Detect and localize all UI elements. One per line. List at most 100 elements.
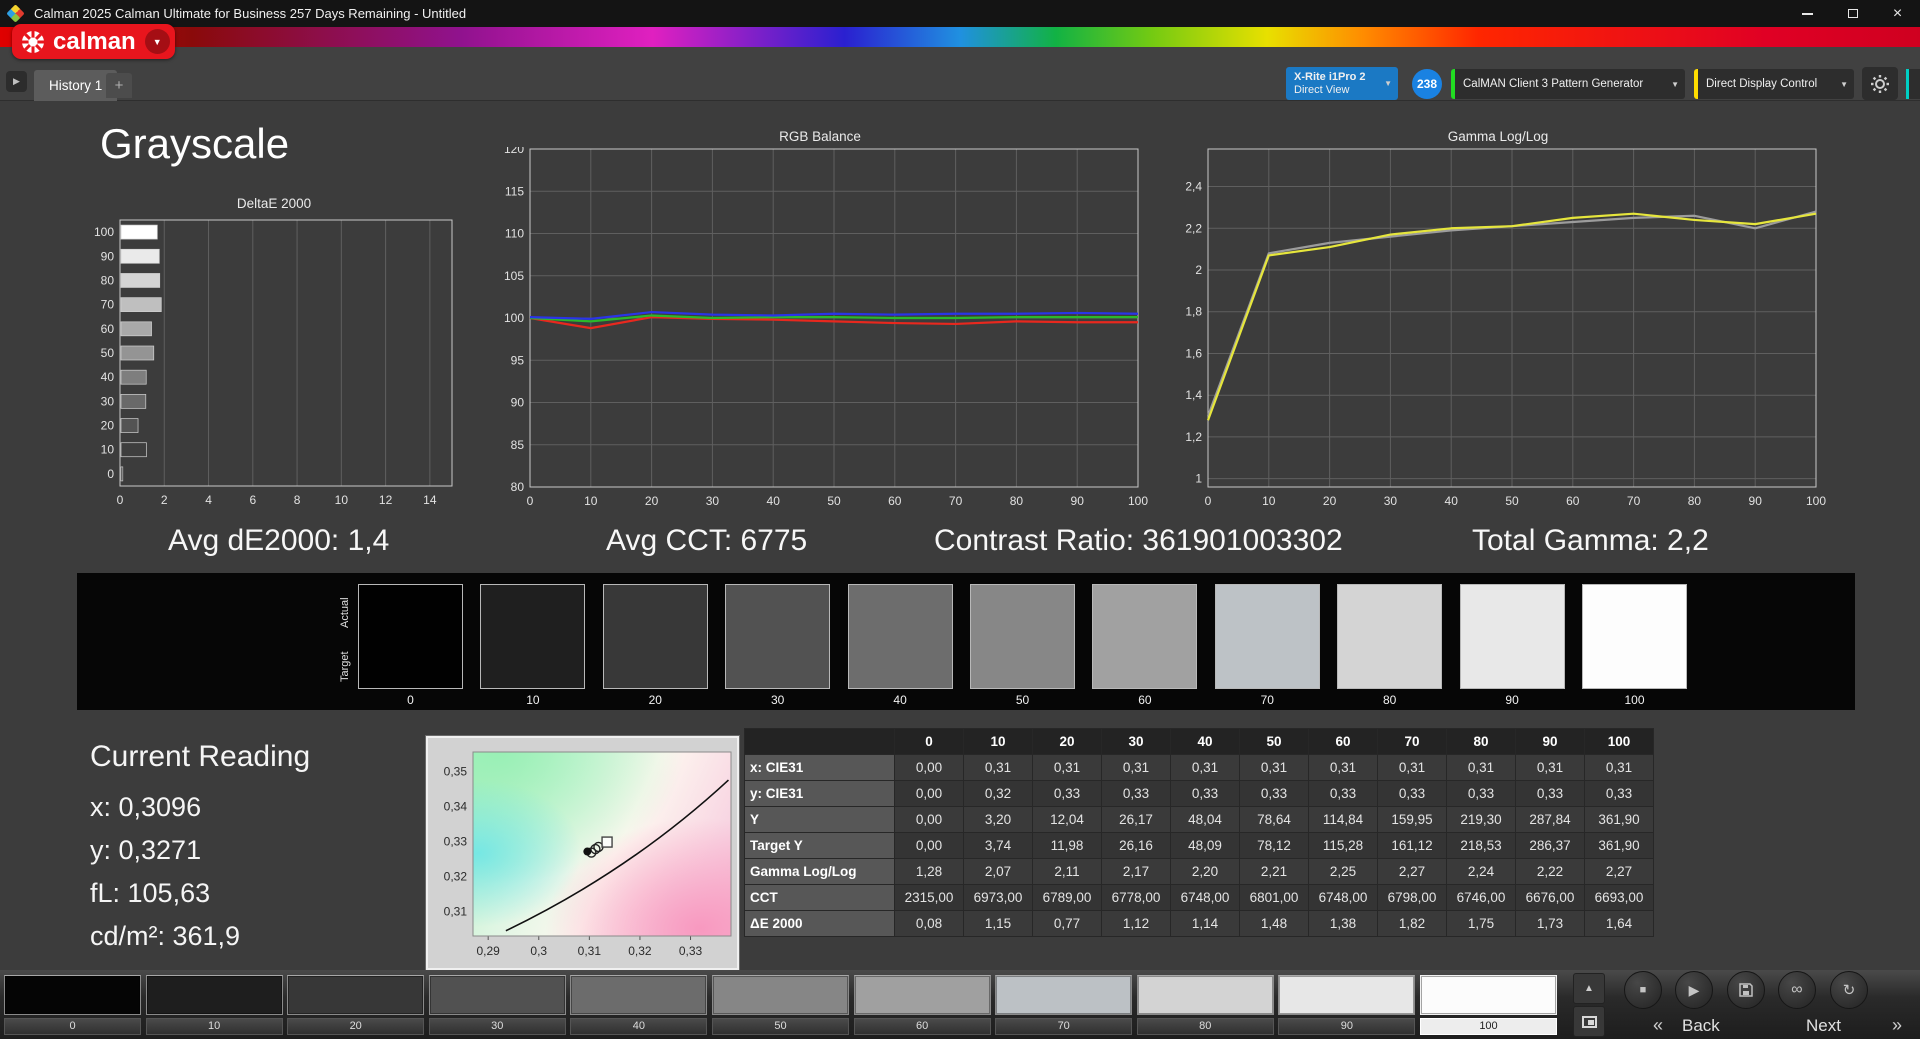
svg-text:2,4: 2,4: [1185, 180, 1202, 194]
patch-label: 0: [4, 1018, 141, 1035]
svg-text:20: 20: [1323, 494, 1337, 508]
svg-text:1: 1: [1195, 472, 1202, 486]
patch-label: 100: [1420, 1018, 1557, 1035]
svg-text:85: 85: [511, 438, 525, 452]
grayscale-swatch-50: [970, 584, 1075, 689]
overflow-control[interactable]: [1906, 69, 1920, 99]
svg-text:40: 40: [1445, 494, 1459, 508]
next-chevron-button[interactable]: »: [1884, 1014, 1910, 1037]
svg-text:30: 30: [101, 394, 115, 408]
table-cell: 2,07: [963, 858, 1033, 885]
table-cell: 0,08: [894, 910, 964, 937]
svg-text:1,2: 1,2: [1185, 430, 1202, 444]
caret-down-icon: ▼: [152, 36, 162, 47]
calman-logo-text: calman: [53, 27, 136, 55]
svg-text:2,2: 2,2: [1185, 221, 1202, 235]
patch-button-60[interactable]: [853, 975, 991, 1015]
table-cell: 0,33: [1584, 780, 1654, 807]
table-col-header: 50: [1239, 728, 1309, 755]
table-cell: 161,12: [1377, 832, 1447, 859]
pattern-source-dropdown[interactable]: CalMAN Client 3 Pattern Generator ▼: [1451, 69, 1685, 99]
svg-text:1,8: 1,8: [1185, 305, 1202, 319]
back-button[interactable]: Back: [1682, 1014, 1720, 1037]
save-icon: [1739, 983, 1753, 997]
table-cell: 0,77: [1032, 910, 1102, 937]
minimize-button[interactable]: [1785, 0, 1830, 27]
arrow-right-icon: ▶: [13, 76, 20, 86]
tab-scroll-button[interactable]: ▶: [6, 71, 27, 92]
table-header-row: 0 10 20 30 40 50 60 70 80 90 100: [744, 728, 1654, 755]
reading-cdm2: cd/m²: 361,9: [90, 921, 241, 951]
table-cell: 6973,00: [963, 884, 1033, 911]
patch-button-90[interactable]: [1278, 975, 1416, 1015]
reading-x: x: 0,3096: [90, 792, 202, 822]
table-cell: 0,33: [1308, 780, 1378, 807]
table-row-label: x: CIE31: [744, 754, 895, 781]
svg-text:6: 6: [249, 493, 256, 507]
refresh-button[interactable]: ↻: [1830, 971, 1868, 1009]
save-button[interactable]: [1727, 971, 1765, 1009]
patch-button-70[interactable]: [995, 975, 1133, 1015]
meter-dropdown[interactable]: X-Rite i1Pro 2 Direct View ▼: [1286, 67, 1398, 100]
stat-contrast-ratio: Contrast Ratio: 361901003302: [934, 524, 1343, 557]
table-cell: 6676,00: [1515, 884, 1585, 911]
continuous-read-button[interactable]: ∞: [1778, 971, 1816, 1009]
infinity-icon: ∞: [1791, 981, 1803, 998]
svg-text:10: 10: [335, 493, 349, 507]
stat-avg-de2000: Avg dE2000: 1,4: [168, 524, 390, 557]
svg-text:20: 20: [101, 419, 115, 433]
table-cell: 2,24: [1446, 858, 1516, 885]
target-row-label: Target: [339, 651, 351, 683]
calman-app: Calman 2025 Calman Ultimate for Business…: [0, 0, 1920, 1039]
maximize-button[interactable]: [1830, 0, 1875, 27]
calman-logo-button[interactable]: calman ▼: [12, 24, 175, 59]
tab-history-1[interactable]: History 1: [34, 70, 118, 101]
play-button[interactable]: ▶: [1675, 971, 1713, 1009]
svg-text:90: 90: [1071, 494, 1085, 508]
patch-button-10[interactable]: [145, 975, 283, 1015]
collapse-panel-button[interactable]: ▲: [1573, 973, 1605, 1004]
layout-button[interactable]: [1573, 1006, 1605, 1037]
back-chevron-button[interactable]: «: [1645, 1014, 1671, 1037]
patch-button-0[interactable]: [4, 975, 141, 1015]
caret-down-icon: ▼: [1840, 79, 1848, 89]
next-button[interactable]: Next: [1806, 1014, 1841, 1037]
table-cell: 2,22: [1515, 858, 1585, 885]
calman-menu-button[interactable]: ▼: [144, 29, 170, 54]
svg-text:100: 100: [1128, 494, 1148, 508]
stop-button[interactable]: ■: [1624, 971, 1662, 1009]
grayscale-swatch-20: [602, 584, 708, 689]
svg-text:80: 80: [101, 273, 115, 287]
patch-button-20[interactable]: [287, 975, 425, 1015]
display-control-dropdown[interactable]: Direct Display Control ▼: [1694, 69, 1854, 99]
patch-button-100[interactable]: [1420, 975, 1557, 1015]
svg-text:60: 60: [1566, 494, 1580, 508]
patch-button-80[interactable]: [1136, 975, 1274, 1015]
swatch-label: 0: [407, 693, 414, 707]
table-row-label: y: CIE31: [744, 780, 895, 807]
meter-count-badge[interactable]: 238: [1412, 69, 1442, 99]
close-button[interactable]: ×: [1875, 0, 1920, 27]
patch-button-30[interactable]: [428, 975, 566, 1015]
table-cell: 0,33: [1446, 780, 1516, 807]
swatch-label: 70: [1260, 693, 1274, 707]
svg-text:0,32: 0,32: [444, 869, 468, 883]
table-col-header: 80: [1446, 728, 1516, 755]
svg-text:0,34: 0,34: [444, 799, 468, 813]
table-col-header: 60: [1308, 728, 1378, 755]
settings-button[interactable]: [1862, 67, 1898, 100]
add-tab-button[interactable]: +: [106, 73, 132, 98]
patch-button-40[interactable]: [570, 975, 708, 1015]
patch-button-50[interactable]: [712, 975, 849, 1015]
table-cell: 0,33: [1032, 780, 1102, 807]
table-row-label: Y: [744, 806, 895, 833]
table-cell: 2,27: [1377, 858, 1447, 885]
svg-text:0: 0: [1205, 494, 1212, 508]
caret-down-icon: ▼: [1384, 79, 1392, 88]
window-controls: ×: [1785, 0, 1920, 27]
current-reading-panel: Current Reading x: 0,3096 y: 0,3271 fL: …: [90, 740, 310, 958]
table-row-label: Gamma Log/Log: [744, 858, 895, 885]
refresh-icon: ↻: [1842, 982, 1856, 999]
table-cell: 361,90: [1584, 806, 1654, 833]
grayscale-swatch-30: [725, 584, 831, 689]
